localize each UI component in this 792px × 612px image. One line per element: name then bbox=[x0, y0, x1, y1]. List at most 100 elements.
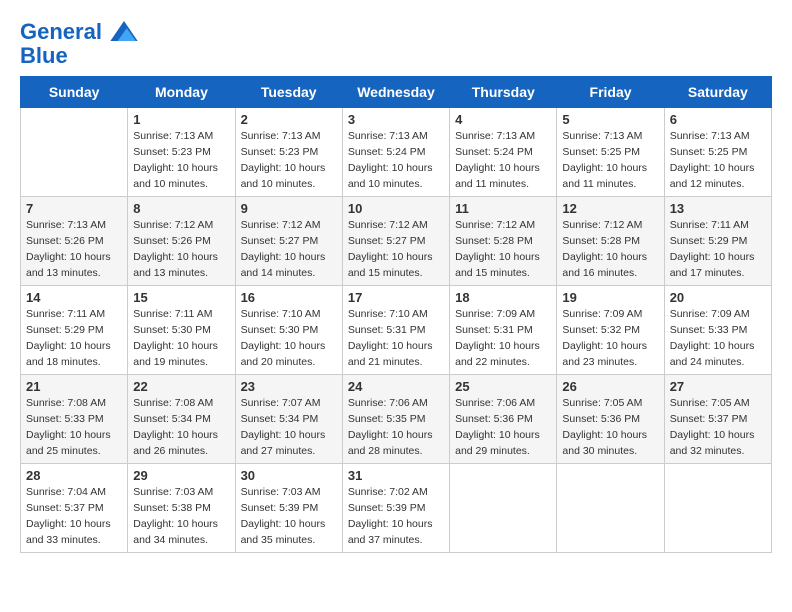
day-number: 6 bbox=[670, 112, 766, 127]
calendar-cell: 27 Sunrise: 7:05 AMSunset: 5:37 PMDayligh… bbox=[664, 375, 771, 464]
calendar-cell: 16 Sunrise: 7:10 AMSunset: 5:30 PMDayligh… bbox=[235, 286, 342, 375]
day-number: 28 bbox=[26, 468, 122, 483]
calendar-cell bbox=[21, 108, 128, 197]
day-info: Sunrise: 7:12 AMSunset: 5:26 PMDaylight:… bbox=[133, 218, 229, 281]
day-header-thursday: Thursday bbox=[450, 77, 557, 108]
calendar-cell: 3 Sunrise: 7:13 AMSunset: 5:24 PMDaylight… bbox=[342, 108, 449, 197]
day-number: 29 bbox=[133, 468, 229, 483]
day-info: Sunrise: 7:09 AMSunset: 5:32 PMDaylight:… bbox=[562, 307, 658, 370]
day-info: Sunrise: 7:02 AMSunset: 5:39 PMDaylight:… bbox=[348, 485, 444, 548]
calendar-cell: 28 Sunrise: 7:04 AMSunset: 5:37 PMDayligh… bbox=[21, 464, 128, 553]
day-number: 31 bbox=[348, 468, 444, 483]
calendar-cell: 30Sunrise: 7:03 AMSunset: 5:39 PMDayligh… bbox=[235, 464, 342, 553]
day-number: 7 bbox=[26, 201, 122, 216]
day-info: Sunrise: 7:05 AMSunset: 5:36 PMDaylight:… bbox=[562, 396, 658, 459]
day-info: Sunrise: 7:08 AMSunset: 5:34 PMDaylight:… bbox=[133, 396, 229, 459]
calendar-cell: 18Sunrise: 7:09 AMSunset: 5:31 PMDayligh… bbox=[450, 286, 557, 375]
calendar-cell: 25 Sunrise: 7:06 AMSunset: 5:36 PMDayligh… bbox=[450, 375, 557, 464]
day-number: 26 bbox=[562, 379, 658, 394]
day-number: 9 bbox=[241, 201, 337, 216]
calendar-cell: 10 Sunrise: 7:12 AMSunset: 5:27 PMDayligh… bbox=[342, 197, 449, 286]
day-number: 23 bbox=[241, 379, 337, 394]
day-info: Sunrise: 7:13 AMSunset: 5:24 PMDaylight:… bbox=[455, 129, 551, 192]
calendar-cell: 23 Sunrise: 7:07 AMSunset: 5:34 PMDayligh… bbox=[235, 375, 342, 464]
calendar-table: SundayMondayTuesdayWednesdayThursdayFrid… bbox=[20, 76, 772, 553]
logo-text: General bbox=[20, 20, 138, 44]
day-header-saturday: Saturday bbox=[664, 77, 771, 108]
day-number: 22 bbox=[133, 379, 229, 394]
calendar-cell: 2 Sunrise: 7:13 AMSunset: 5:23 PMDaylight… bbox=[235, 108, 342, 197]
day-number: 21 bbox=[26, 379, 122, 394]
day-info: Sunrise: 7:10 AMSunset: 5:30 PMDaylight:… bbox=[241, 307, 337, 370]
day-info: Sunrise: 7:13 AMSunset: 5:25 PMDaylight:… bbox=[670, 129, 766, 192]
day-number: 25 bbox=[455, 379, 551, 394]
day-header-wednesday: Wednesday bbox=[342, 77, 449, 108]
day-info: Sunrise: 7:13 AMSunset: 5:23 PMDaylight:… bbox=[133, 129, 229, 192]
calendar-cell: 8 Sunrise: 7:12 AMSunset: 5:26 PMDaylight… bbox=[128, 197, 235, 286]
day-info: Sunrise: 7:13 AMSunset: 5:23 PMDaylight:… bbox=[241, 129, 337, 192]
day-number: 20 bbox=[670, 290, 766, 305]
day-info: Sunrise: 7:13 AMSunset: 5:26 PMDaylight:… bbox=[26, 218, 122, 281]
day-number: 17 bbox=[348, 290, 444, 305]
day-info: Sunrise: 7:03 AMSunset: 5:38 PMDaylight:… bbox=[133, 485, 229, 548]
day-info: Sunrise: 7:07 AMSunset: 5:34 PMDaylight:… bbox=[241, 396, 337, 459]
day-info: Sunrise: 7:13 AMSunset: 5:24 PMDaylight:… bbox=[348, 129, 444, 192]
calendar-cell: 17Sunrise: 7:10 AMSunset: 5:31 PMDayligh… bbox=[342, 286, 449, 375]
day-number: 10 bbox=[348, 201, 444, 216]
day-number: 13 bbox=[670, 201, 766, 216]
day-info: Sunrise: 7:09 AMSunset: 5:33 PMDaylight:… bbox=[670, 307, 766, 370]
calendar-cell: 15 Sunrise: 7:11 AMSunset: 5:30 PMDayligh… bbox=[128, 286, 235, 375]
day-info: Sunrise: 7:04 AMSunset: 5:37 PMDaylight:… bbox=[26, 485, 122, 548]
day-number: 27 bbox=[670, 379, 766, 394]
day-info: Sunrise: 7:03 AMSunset: 5:39 PMDaylight:… bbox=[241, 485, 337, 548]
day-info: Sunrise: 7:11 AMSunset: 5:30 PMDaylight:… bbox=[133, 307, 229, 370]
day-number: 24 bbox=[348, 379, 444, 394]
day-number: 1 bbox=[133, 112, 229, 127]
day-info: Sunrise: 7:08 AMSunset: 5:33 PMDaylight:… bbox=[26, 396, 122, 459]
day-number: 12 bbox=[562, 201, 658, 216]
logo: General Blue bbox=[20, 20, 138, 68]
day-number: 14 bbox=[26, 290, 122, 305]
day-header-sunday: Sunday bbox=[21, 77, 128, 108]
day-number: 11 bbox=[455, 201, 551, 216]
calendar-cell: 24 Sunrise: 7:06 AMSunset: 5:35 PMDayligh… bbox=[342, 375, 449, 464]
calendar-cell: 9Sunrise: 7:12 AMSunset: 5:27 PMDaylight… bbox=[235, 197, 342, 286]
calendar-cell bbox=[450, 464, 557, 553]
day-info: Sunrise: 7:06 AMSunset: 5:35 PMDaylight:… bbox=[348, 396, 444, 459]
day-number: 8 bbox=[133, 201, 229, 216]
day-info: Sunrise: 7:12 AMSunset: 5:28 PMDaylight:… bbox=[455, 218, 551, 281]
day-info: Sunrise: 7:11 AMSunset: 5:29 PMDaylight:… bbox=[26, 307, 122, 370]
day-header-friday: Friday bbox=[557, 77, 664, 108]
logo-subtext: Blue bbox=[20, 44, 138, 68]
day-number: 15 bbox=[133, 290, 229, 305]
day-number: 3 bbox=[348, 112, 444, 127]
calendar-cell: 31 Sunrise: 7:02 AMSunset: 5:39 PMDayligh… bbox=[342, 464, 449, 553]
day-info: Sunrise: 7:11 AMSunset: 5:29 PMDaylight:… bbox=[670, 218, 766, 281]
calendar-cell: 20 Sunrise: 7:09 AMSunset: 5:33 PMDayligh… bbox=[664, 286, 771, 375]
day-info: Sunrise: 7:12 AMSunset: 5:27 PMDaylight:… bbox=[348, 218, 444, 281]
calendar-cell: 26 Sunrise: 7:05 AMSunset: 5:36 PMDayligh… bbox=[557, 375, 664, 464]
day-header-monday: Monday bbox=[128, 77, 235, 108]
calendar-cell: 7 Sunrise: 7:13 AMSunset: 5:26 PMDaylight… bbox=[21, 197, 128, 286]
calendar-cell: 5Sunrise: 7:13 AMSunset: 5:25 PMDaylight… bbox=[557, 108, 664, 197]
day-info: Sunrise: 7:05 AMSunset: 5:37 PMDaylight:… bbox=[670, 396, 766, 459]
day-number: 4 bbox=[455, 112, 551, 127]
day-number: 18 bbox=[455, 290, 551, 305]
page-header: General Blue bbox=[20, 20, 772, 68]
day-number: 5 bbox=[562, 112, 658, 127]
calendar-cell: 14 Sunrise: 7:11 AMSunset: 5:29 PMDayligh… bbox=[21, 286, 128, 375]
day-info: Sunrise: 7:12 AMSunset: 5:28 PMDaylight:… bbox=[562, 218, 658, 281]
calendar-cell: 1 Sunrise: 7:13 AMSunset: 5:23 PMDaylight… bbox=[128, 108, 235, 197]
calendar-cell bbox=[557, 464, 664, 553]
calendar-cell: 12 Sunrise: 7:12 AMSunset: 5:28 PMDayligh… bbox=[557, 197, 664, 286]
calendar-cell: 22 Sunrise: 7:08 AMSunset: 5:34 PMDayligh… bbox=[128, 375, 235, 464]
calendar-cell: 13 Sunrise: 7:11 AMSunset: 5:29 PMDayligh… bbox=[664, 197, 771, 286]
calendar-cell: 6 Sunrise: 7:13 AMSunset: 5:25 PMDaylight… bbox=[664, 108, 771, 197]
day-number: 16 bbox=[241, 290, 337, 305]
day-header-tuesday: Tuesday bbox=[235, 77, 342, 108]
calendar-cell: 29 Sunrise: 7:03 AMSunset: 5:38 PMDayligh… bbox=[128, 464, 235, 553]
calendar-cell: 21 Sunrise: 7:08 AMSunset: 5:33 PMDayligh… bbox=[21, 375, 128, 464]
day-info: Sunrise: 7:06 AMSunset: 5:36 PMDaylight:… bbox=[455, 396, 551, 459]
calendar-cell: 4 Sunrise: 7:13 AMSunset: 5:24 PMDaylight… bbox=[450, 108, 557, 197]
day-number: 2 bbox=[241, 112, 337, 127]
